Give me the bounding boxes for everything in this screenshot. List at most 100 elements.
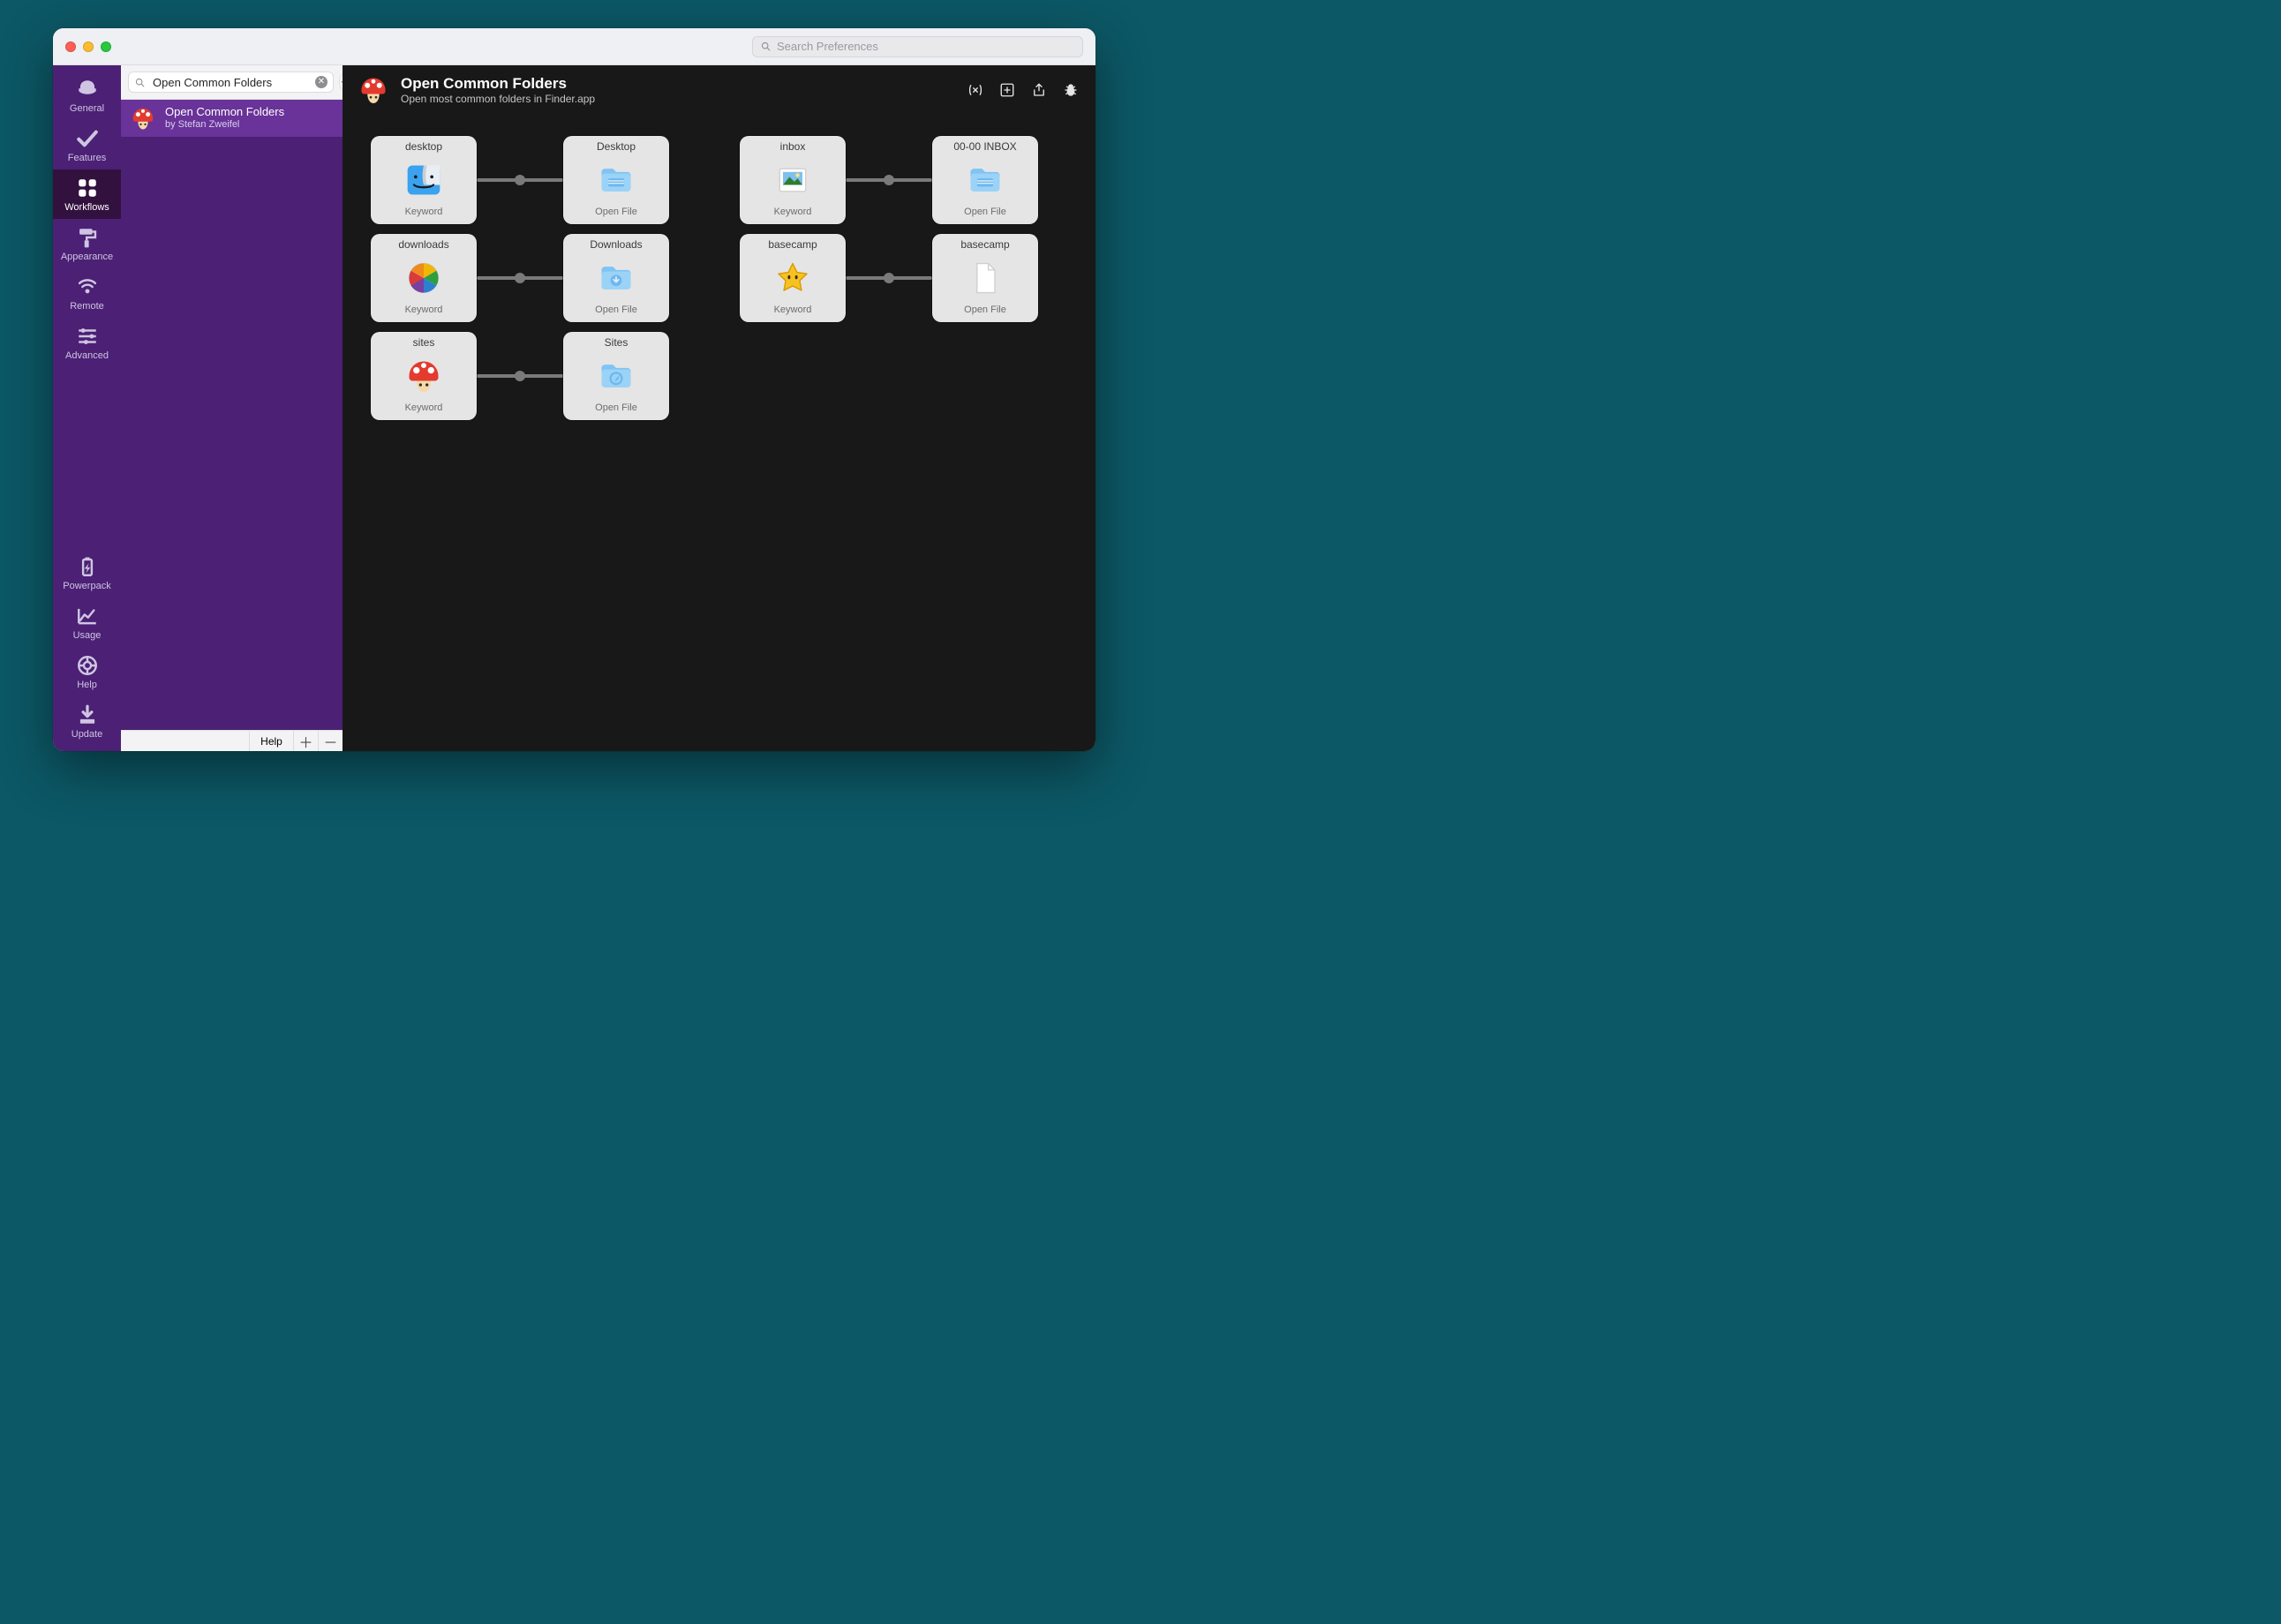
titlebar <box>53 28 1095 65</box>
folder-dl-icon <box>597 259 636 297</box>
node-type: Open File <box>964 305 1006 315</box>
finder-icon <box>404 161 443 199</box>
preferences-window: General Features Workflows Appearance Remote… <box>53 28 1095 751</box>
node-title: sites <box>413 337 435 348</box>
sidebar-item-usage[interactable]: Usage <box>53 598 121 647</box>
workflow-header: Open Common Folders Open most common fol… <box>343 65 1095 115</box>
debug-button[interactable] <box>1060 79 1081 101</box>
sidebar-item-label: Appearance <box>61 252 113 262</box>
workflow-icon <box>357 73 390 107</box>
workflow-node[interactable]: basecamp Open File <box>932 234 1038 322</box>
sidebar-item-label: Update <box>72 730 102 740</box>
node-title: inbox <box>780 141 806 152</box>
folder-compass-icon <box>597 357 636 395</box>
node-type: Keyword <box>405 207 443 217</box>
workflow-item-title: Open Common Folders <box>165 105 284 119</box>
workflow-item-author: by Stefan Zweifel <box>165 119 284 132</box>
node-connector[interactable] <box>477 374 563 378</box>
star-icon <box>773 259 812 297</box>
workflow-list-panel: ✕ ⋯ Open Common Foldersby Stefan Zweifel… <box>121 65 343 751</box>
sidebar-item-label: Powerpack <box>63 582 110 591</box>
minimize-button[interactable] <box>83 41 94 52</box>
workflow-node[interactable]: desktop Keyword <box>371 136 477 224</box>
sidebar-item-powerpack[interactable]: Powerpack <box>53 548 121 598</box>
add-workflow-button[interactable]: ＋ <box>293 731 318 751</box>
node-title: Desktop <box>597 141 636 152</box>
folder-icon <box>966 161 1005 199</box>
workflow-node[interactable]: Desktop Open File <box>563 136 669 224</box>
sidebar: General Features Workflows Appearance Remote… <box>53 65 121 751</box>
workflow-list-item[interactable]: Open Common Foldersby Stefan Zweifel <box>121 100 343 137</box>
sidebar-item-remote[interactable]: Remote <box>53 268 121 318</box>
close-button[interactable] <box>65 41 76 52</box>
workflow-node[interactable]: inboxKeyword <box>740 136 846 224</box>
remove-workflow-button[interactable]: － <box>318 731 343 751</box>
sidebar-item-label: Features <box>68 154 106 163</box>
node-connector[interactable] <box>846 178 932 182</box>
file-icon <box>966 259 1005 297</box>
workflow-title: Open Common Folders <box>401 74 595 93</box>
search-icon <box>134 77 146 88</box>
search-icon <box>760 41 772 52</box>
sidebar-item-label: General <box>70 104 104 114</box>
workflow-subtitle: Open most common folders in Finder.app <box>401 93 595 106</box>
node-title: Downloads <box>590 239 642 250</box>
hat-icon <box>76 78 99 101</box>
node-title: basecamp <box>768 239 817 250</box>
node-type: Keyword <box>405 403 443 413</box>
workflow-node[interactable]: downloadsKeyword <box>371 234 477 322</box>
window-controls <box>65 41 111 52</box>
node-title: desktop <box>405 141 442 152</box>
preferences-search[interactable] <box>752 36 1083 57</box>
sidebar-item-general[interactable]: General <box>53 71 121 120</box>
node-type: Open File <box>595 305 637 315</box>
clear-search-button[interactable]: ✕ <box>315 76 327 88</box>
sidebar-item-features[interactable]: Features <box>53 120 121 169</box>
node-connector[interactable] <box>846 276 932 280</box>
sidebar-item-label: Workflows <box>64 203 109 213</box>
sidebar-item-advanced[interactable]: Advanced <box>53 318 121 367</box>
sidebar-item-update[interactable]: Update <box>53 696 121 746</box>
help-button[interactable]: Help <box>249 731 293 751</box>
workflow-node[interactable]: Downloads Open File <box>563 234 669 322</box>
workflow-search[interactable]: ✕ <box>128 71 334 93</box>
node-type: Keyword <box>405 305 443 315</box>
node-connector[interactable] <box>477 276 563 280</box>
workflow-node[interactable]: sites Keyword <box>371 332 477 420</box>
workflow-canvas-panel: Open Common Folders Open most common fol… <box>343 65 1095 751</box>
node-connector[interactable] <box>477 178 563 182</box>
workflow-item-icon <box>130 105 156 132</box>
workflow-node[interactable]: 00-00 INBOXOpen File <box>932 136 1038 224</box>
node-type: Keyword <box>774 305 812 315</box>
node-title: basecamp <box>960 239 1009 250</box>
node-type: Open File <box>595 207 637 217</box>
photo-icon <box>773 161 812 199</box>
sidebar-item-label: Help <box>77 680 97 690</box>
signal-icon <box>76 275 99 298</box>
workflow-node[interactable]: basecamp Keyword <box>740 234 846 322</box>
roller-icon <box>76 226 99 249</box>
sidebar-item-label: Usage <box>73 631 102 641</box>
battery-icon <box>76 555 99 578</box>
share-workflow-button[interactable] <box>1028 79 1050 101</box>
sidebar-item-help[interactable]: Help <box>53 647 121 696</box>
workflow-canvas[interactable]: desktop Keyword Desktop Open File downloadsK… <box>343 115 1095 751</box>
workflow-list: Open Common Foldersby Stefan Zweifel <box>121 100 343 730</box>
beachball-icon <box>404 259 443 297</box>
variables-button[interactable] <box>965 79 986 101</box>
sliders-icon <box>76 325 99 348</box>
sidebar-item-appearance[interactable]: Appearance <box>53 219 121 268</box>
sidebar-item-label: Remote <box>70 302 104 312</box>
sidebar-item-workflows[interactable]: Workflows <box>53 169 121 219</box>
node-type: Open File <box>964 207 1006 217</box>
workflow-search-input[interactable] <box>151 75 310 90</box>
workflow-node[interactable]: SitesOpen File <box>563 332 669 420</box>
grid-icon <box>76 177 99 199</box>
folder-icon <box>597 161 636 199</box>
workflow-list-footer: Help ＋ － <box>121 730 343 751</box>
mushroom-icon <box>404 357 443 395</box>
preferences-search-input[interactable] <box>772 39 1075 54</box>
add-object-button[interactable] <box>997 79 1018 101</box>
workflow-search-row: ✕ ⋯ <box>121 65 343 100</box>
zoom-button[interactable] <box>101 41 111 52</box>
